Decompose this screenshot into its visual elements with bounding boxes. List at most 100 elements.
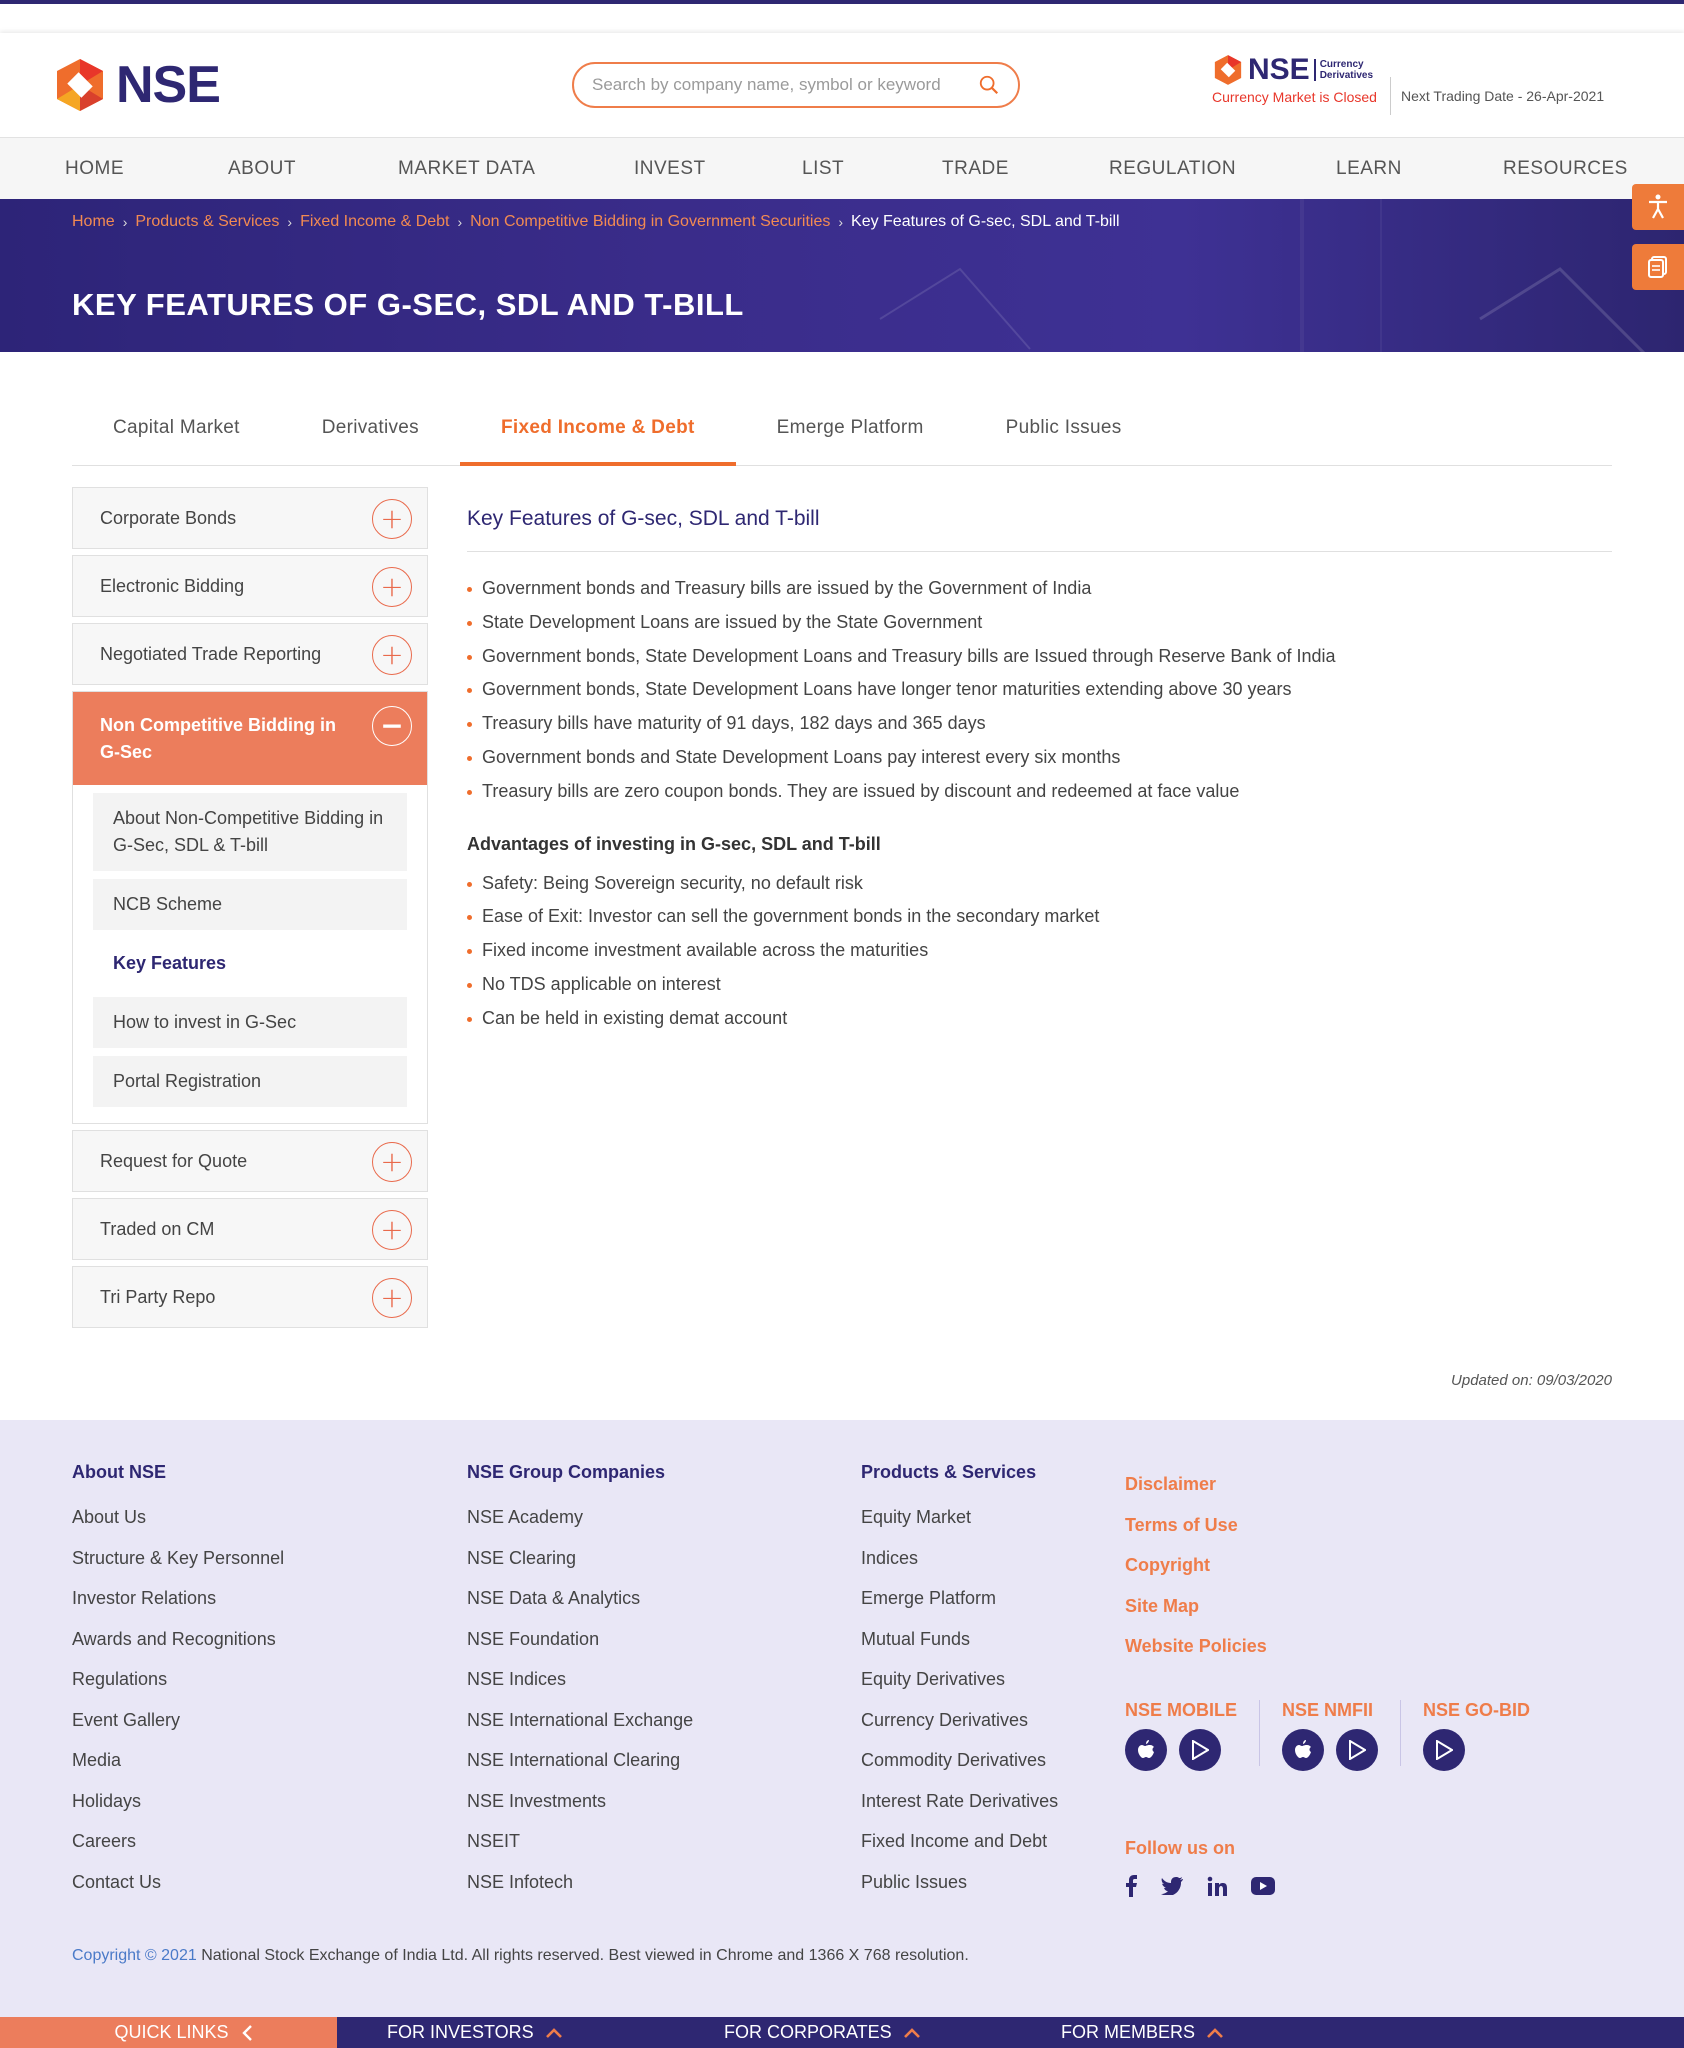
- quick-links-button[interactable]: QUICK LINKS: [0, 2017, 337, 2048]
- collapse-icon[interactable]: −: [372, 706, 412, 746]
- twitter-icon[interactable]: [1161, 1877, 1183, 1895]
- linkedin-icon[interactable]: [1207, 1876, 1227, 1896]
- play-store-icon[interactable]: [1336, 1729, 1379, 1771]
- footer-link[interactable]: Mutual Funds: [861, 1619, 1058, 1660]
- currency-derivatives-box[interactable]: NSE Currency Derivatives Currency Market …: [1212, 53, 1377, 105]
- youtube-icon[interactable]: [1251, 1877, 1275, 1895]
- sub-item-portal-registration[interactable]: Portal Registration: [93, 1056, 407, 1107]
- footer-link[interactable]: NSE Indices: [467, 1659, 693, 1700]
- footer-link[interactable]: Fixed Income and Debt: [861, 1821, 1058, 1862]
- terms-of-use-link[interactable]: Terms of Use: [1125, 1505, 1267, 1546]
- footer-link[interactable]: NSE Investments: [467, 1781, 693, 1822]
- breadcrumb-products[interactable]: Products & Services: [135, 213, 279, 231]
- play-store-icon[interactable]: [1179, 1729, 1221, 1771]
- for-investors-button[interactable]: FOR INVESTORS: [387, 2017, 724, 2048]
- breadcrumb-ncb[interactable]: Non Competitive Bidding in Government Se…: [470, 213, 830, 231]
- footer-link[interactable]: Indices: [861, 1538, 1058, 1579]
- sub-item-ncb-scheme[interactable]: NCB Scheme: [93, 879, 407, 930]
- sidebar-item-traded-on-cm[interactable]: Traded on CM +: [72, 1198, 428, 1260]
- footer-link[interactable]: Media: [72, 1740, 284, 1781]
- tab-derivatives[interactable]: Derivatives: [281, 404, 460, 466]
- footer-link[interactable]: NSE Clearing: [467, 1538, 693, 1579]
- sidebar-item-request-for-quote[interactable]: Request for Quote +: [72, 1130, 428, 1192]
- footer-link[interactable]: Commodity Derivatives: [861, 1740, 1058, 1781]
- footer-link[interactable]: Awards and Recognitions: [72, 1619, 284, 1660]
- footer-link[interactable]: Public Issues: [861, 1862, 1058, 1903]
- for-members-button[interactable]: FOR MEMBERS: [1061, 2017, 1223, 2048]
- search-box[interactable]: [572, 62, 1020, 108]
- nav-list[interactable]: LIST: [802, 158, 942, 180]
- expand-icon[interactable]: +: [372, 1142, 412, 1182]
- nav-invest[interactable]: INVEST: [634, 158, 802, 180]
- footer-link[interactable]: NSE Academy: [467, 1497, 693, 1538]
- nav-about[interactable]: ABOUT: [228, 158, 398, 180]
- expand-icon[interactable]: +: [372, 567, 412, 607]
- footer-link[interactable]: Contact Us: [72, 1862, 284, 1903]
- sub-item-about-ncb[interactable]: About Non-Competitive Bidding in G-Sec, …: [93, 793, 407, 871]
- footer-link[interactable]: Equity Derivatives: [861, 1659, 1058, 1700]
- nse-logo[interactable]: NSE: [52, 55, 221, 115]
- apple-store-icon[interactable]: [1125, 1729, 1167, 1771]
- breadcrumb-home[interactable]: Home: [72, 213, 115, 231]
- sidebar-item-negotiated-trade[interactable]: Negotiated Trade Reporting +: [72, 623, 428, 685]
- footer-link[interactable]: NSEIT: [467, 1821, 693, 1862]
- footer-link[interactable]: Holidays: [72, 1781, 284, 1822]
- for-corporates-button[interactable]: FOR CORPORATES: [724, 2017, 1061, 2048]
- footer-link[interactable]: Structure & Key Personnel: [72, 1538, 284, 1579]
- expand-icon[interactable]: +: [372, 499, 412, 539]
- search-input[interactable]: [592, 75, 978, 95]
- sidebar-item-label: Tri Party Repo: [100, 1286, 216, 1307]
- footer-link[interactable]: NSE International Exchange: [467, 1700, 693, 1741]
- footer-link[interactable]: Event Gallery: [72, 1700, 284, 1741]
- nav-regulation[interactable]: REGULATION: [1109, 158, 1336, 180]
- footer-link[interactable]: Regulations: [72, 1659, 284, 1700]
- expand-icon[interactable]: +: [372, 1278, 412, 1318]
- website-policies-link[interactable]: Website Policies: [1125, 1626, 1267, 1667]
- sidebar-item-electronic-bidding[interactable]: Electronic Bidding +: [72, 555, 428, 617]
- footer-link[interactable]: NSE Infotech: [467, 1862, 693, 1903]
- accessibility-button[interactable]: [1632, 184, 1684, 230]
- list-item: Ease of Exit: Investor can sell the gove…: [467, 900, 1612, 934]
- nav-learn[interactable]: LEARN: [1336, 158, 1503, 180]
- breadcrumb-fixed-income[interactable]: Fixed Income & Debt: [300, 213, 449, 231]
- footer-link[interactable]: NSE Foundation: [467, 1619, 693, 1660]
- footer-heading: About NSE: [72, 1462, 166, 1482]
- tab-public-issues[interactable]: Public Issues: [965, 404, 1163, 466]
- footer-link[interactable]: Equity Market: [861, 1497, 1058, 1538]
- nav-market-data[interactable]: MARKET DATA: [398, 158, 634, 180]
- sub-item-key-features[interactable]: Key Features: [93, 938, 407, 989]
- sidebar-open-header[interactable]: Non Competitive Bidding in G-Sec −: [73, 692, 427, 785]
- nav-home[interactable]: HOME: [65, 158, 228, 180]
- chevron-right-icon: ›: [287, 214, 293, 230]
- nav-resources[interactable]: RESOURCES: [1503, 158, 1628, 180]
- app-group-nmfii: NSE NMFII: [1282, 1700, 1402, 1771]
- sub-item-how-to-invest[interactable]: How to invest in G-Sec: [93, 997, 407, 1048]
- sidebar-item-corporate-bonds[interactable]: Corporate Bonds +: [72, 487, 428, 549]
- footer-link[interactable]: Careers: [72, 1821, 284, 1862]
- play-store-icon[interactable]: [1423, 1729, 1466, 1771]
- copyright-link[interactable]: Copyright: [1125, 1545, 1267, 1586]
- footer-link[interactable]: Interest Rate Derivatives: [861, 1781, 1058, 1822]
- tab-capital-market[interactable]: Capital Market: [72, 404, 281, 466]
- apple-store-icon[interactable]: [1282, 1729, 1325, 1771]
- search-icon[interactable]: [978, 74, 1000, 96]
- nav-trade[interactable]: TRADE: [942, 158, 1109, 180]
- expand-icon[interactable]: +: [372, 1210, 412, 1250]
- sidebar-item-tri-party-repo[interactable]: Tri Party Repo +: [72, 1266, 428, 1328]
- cd-logo-text: NSE: [1248, 53, 1310, 86]
- feedback-button[interactable]: [1632, 244, 1684, 290]
- app-group-title: NSE MOBILE: [1125, 1700, 1238, 1720]
- tab-emerge-platform[interactable]: Emerge Platform: [736, 404, 965, 466]
- footer-link[interactable]: Currency Derivatives: [861, 1700, 1058, 1741]
- site-map-link[interactable]: Site Map: [1125, 1586, 1267, 1627]
- expand-icon[interactable]: +: [372, 635, 412, 675]
- footer-link[interactable]: Investor Relations: [72, 1578, 284, 1619]
- footer-link[interactable]: About Us: [72, 1497, 284, 1538]
- facebook-icon[interactable]: [1125, 1875, 1137, 1897]
- sidebar-item-ncb-open: Non Competitive Bidding in G-Sec − About…: [72, 691, 428, 1124]
- footer-link[interactable]: NSE Data & Analytics: [467, 1578, 693, 1619]
- disclaimer-link[interactable]: Disclaimer: [1125, 1464, 1267, 1505]
- footer-link[interactable]: Emerge Platform: [861, 1578, 1058, 1619]
- footer-link[interactable]: NSE International Clearing: [467, 1740, 693, 1781]
- tab-fixed-income[interactable]: Fixed Income & Debt: [459, 404, 736, 466]
